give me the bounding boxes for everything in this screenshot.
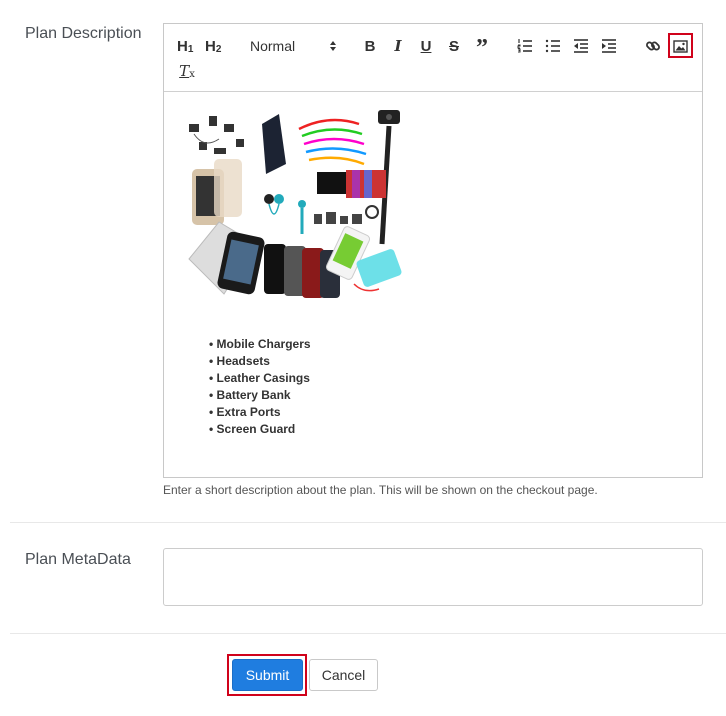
clear-format-label: T [179, 62, 190, 80]
format-select[interactable]: Normal [250, 35, 338, 57]
plan-metadata-label: Plan MetaData [25, 551, 131, 568]
underline-button[interactable]: U [418, 35, 434, 57]
format-select-value: Normal [250, 38, 296, 54]
bullet-list-button[interactable] [544, 35, 562, 57]
product-image [188, 110, 402, 298]
ordered-list-button[interactable] [516, 35, 534, 57]
blockquote-label: ” [476, 35, 488, 61]
plan-metadata-input[interactable] [163, 548, 703, 606]
list-item: Extra Ports [209, 404, 311, 421]
indent-button[interactable] [600, 35, 618, 57]
list-item: Headsets [209, 353, 311, 370]
list-item: Leather Casings [209, 370, 311, 387]
list-item: Battery Bank [209, 387, 311, 404]
list-item: Screen Guard [209, 421, 311, 438]
list-item: Mobile Chargers [209, 336, 311, 353]
strike-label: S [448, 37, 459, 55]
description-editor: H1 H2 Normal B I U S ” T x • Mobile Char… [163, 23, 703, 478]
outdent-button[interactable] [572, 35, 590, 57]
section-divider [10, 633, 726, 634]
underline-label: U [420, 37, 432, 55]
ordered-list-icon [517, 39, 532, 53]
link-icon [646, 41, 660, 51]
clear-format-sub: x [189, 68, 195, 80]
bold-button[interactable]: B [362, 35, 378, 57]
italic-label: I [394, 37, 402, 55]
editor-toolbar: H1 H2 Normal B I U S ” T x [164, 24, 702, 92]
heading-1-sub: 1 [187, 43, 194, 55]
description-help-text: Enter a short description about the plan… [163, 483, 598, 497]
italic-button[interactable]: I [390, 35, 406, 57]
heading-2-label: H [205, 37, 216, 55]
plan-description-label: Plan Description [25, 25, 142, 42]
submit-button[interactable]: Submit [232, 659, 303, 691]
blockquote-button[interactable]: ” [474, 35, 490, 61]
strike-button[interactable]: S [446, 35, 462, 57]
outdent-icon [574, 39, 588, 53]
bullet-list-icon [545, 39, 560, 53]
heading-1-button[interactable]: H1 [177, 35, 193, 57]
image-button-highlight [668, 33, 693, 58]
clear-format-button[interactable]: Tx [178, 60, 196, 82]
heading-2-button[interactable]: H2 [205, 35, 221, 57]
heading-1-label: H [177, 37, 188, 55]
link-button[interactable] [644, 35, 662, 57]
feature-list: Mobile Chargers Headsets Leather Casings… [209, 336, 311, 438]
cancel-button[interactable]: Cancel [309, 659, 378, 691]
editor-content[interactable]: Mobile Chargers Headsets Leather Casings… [164, 92, 702, 478]
heading-2-sub: 2 [215, 43, 222, 55]
select-arrows-icon [330, 41, 336, 51]
bold-label: B [364, 37, 376, 55]
indent-icon [602, 39, 616, 53]
section-divider [10, 522, 726, 523]
